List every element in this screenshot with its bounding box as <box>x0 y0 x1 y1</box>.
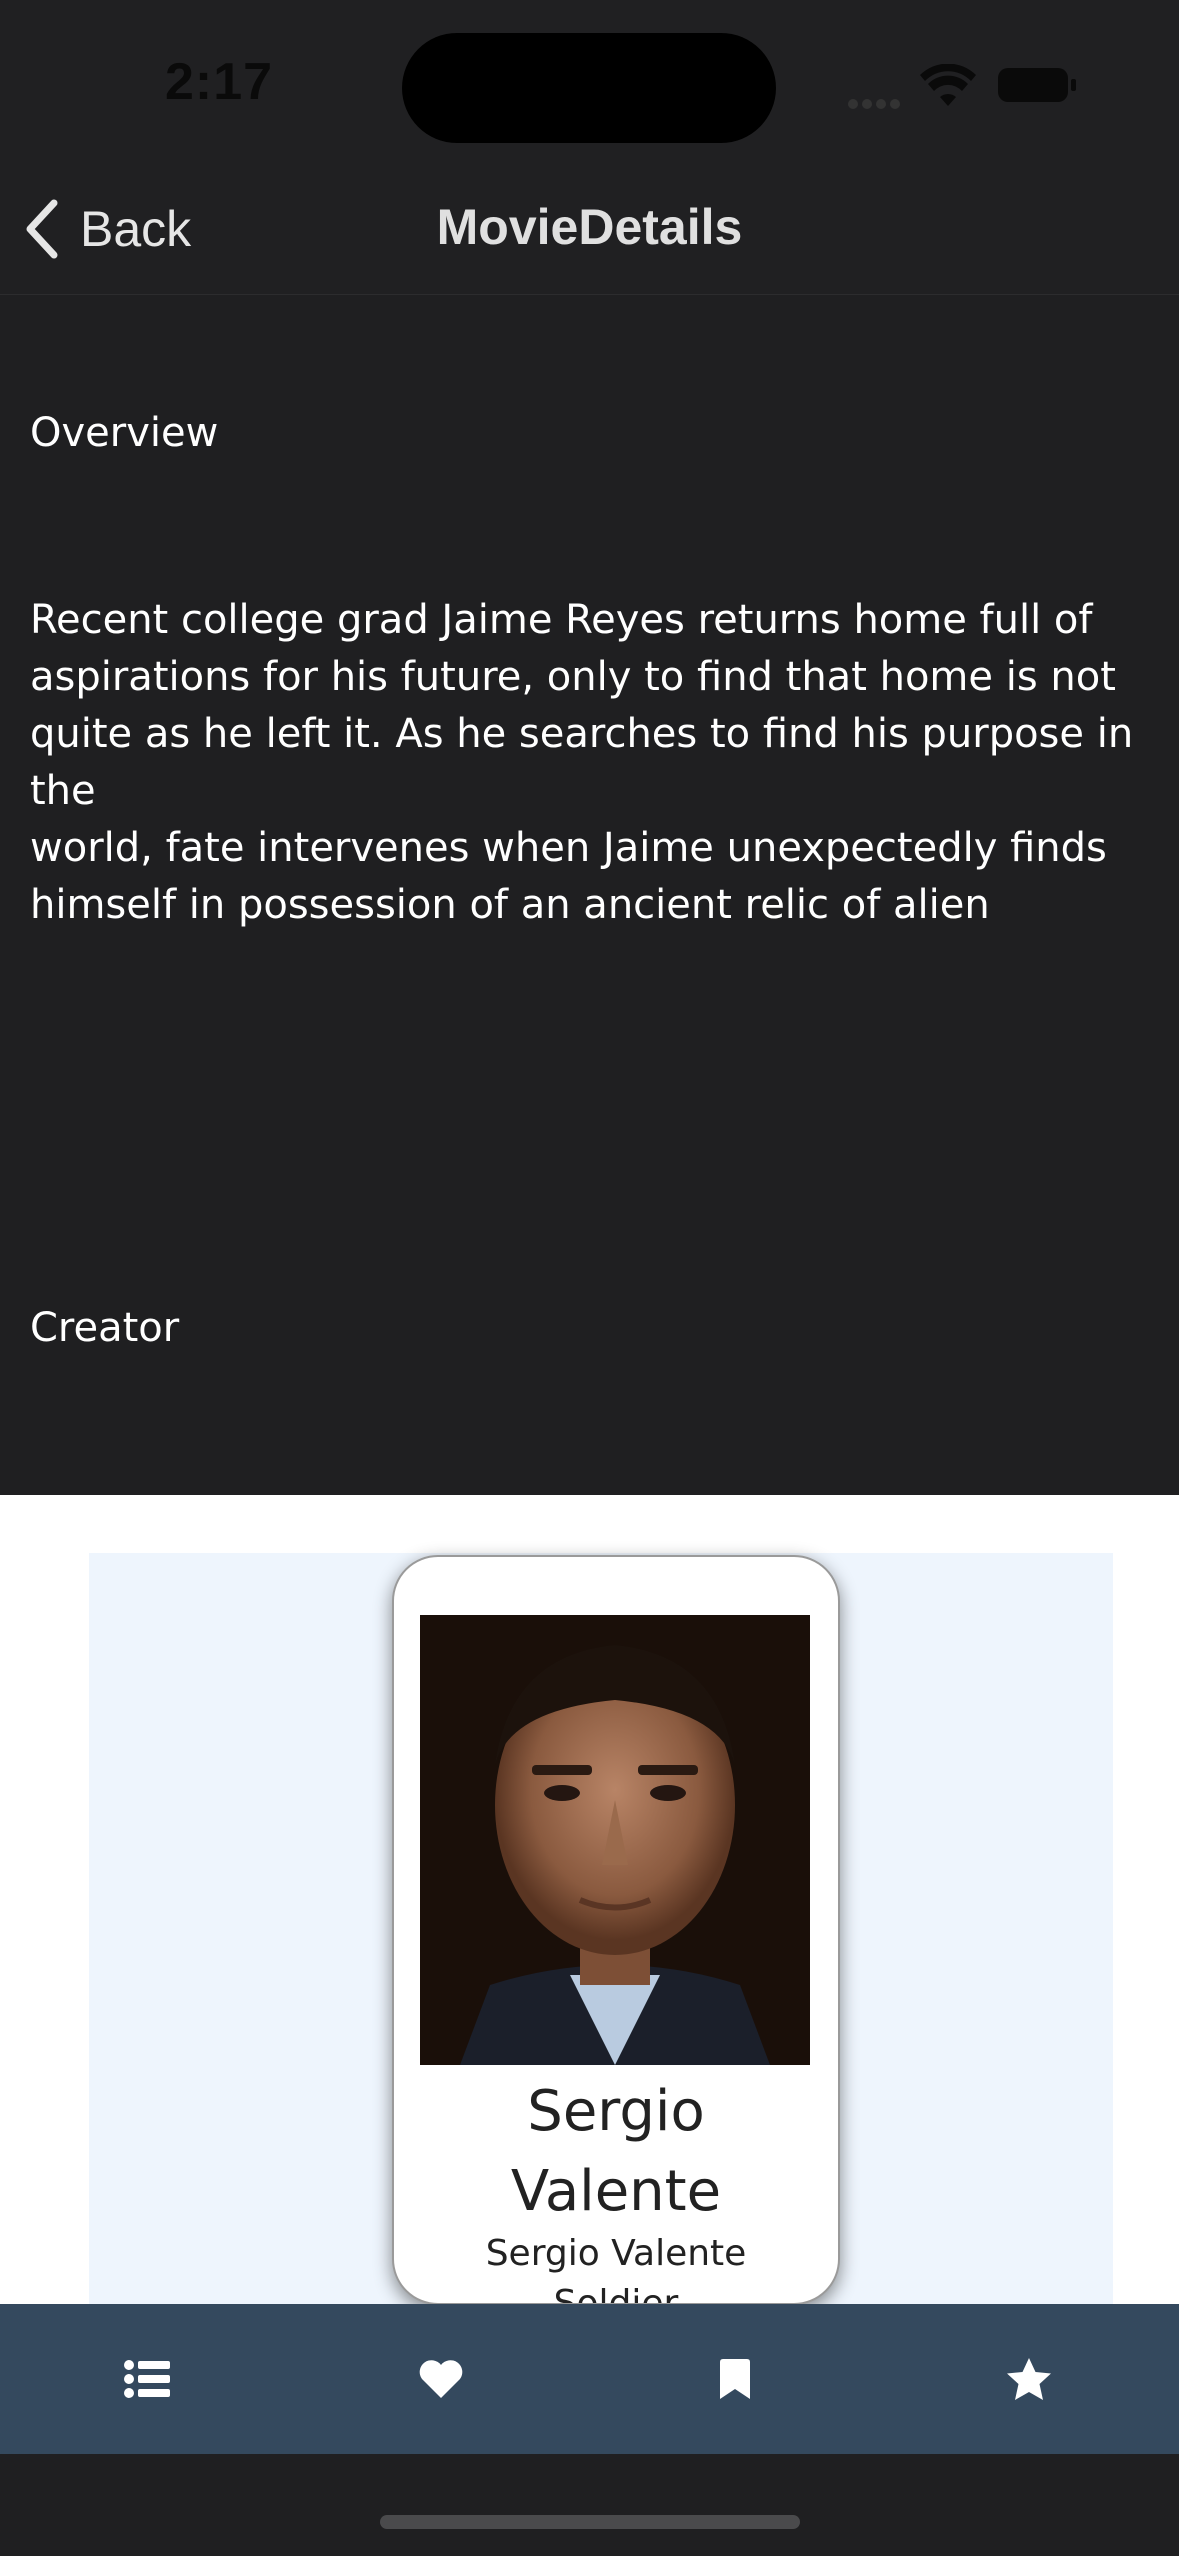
heart-icon <box>419 2360 463 2398</box>
tab-bar <box>0 2304 1179 2454</box>
tab-bookmarks[interactable] <box>588 2304 882 2454</box>
overview-line: quite as he left it. As he searches to f… <box>30 711 1134 814</box>
battery-icon <box>998 68 1076 102</box>
overview-text: Recent college grad Jaime Reyes returns … <box>30 592 1179 934</box>
list-icon <box>124 2360 170 2398</box>
tab-ratings[interactable] <box>882 2304 1176 2454</box>
overview-line: himself in possession of an ancient reli… <box>30 882 990 928</box>
bookmark-icon <box>720 2359 750 2399</box>
overview-line: aspirations for his future, only to find… <box>30 654 1116 700</box>
overview-line: world, fate intervenes when Jaime unexpe… <box>30 825 1107 871</box>
creator-name-line: Sergio <box>527 2079 705 2144</box>
signal-icon <box>848 94 904 113</box>
creator-heading: Creator <box>30 1305 180 1351</box>
overview-heading: Overview <box>30 410 219 456</box>
home-indicator-area <box>0 2454 1179 2556</box>
overview-line: Recent college grad Jaime Reyes returns … <box>30 597 1093 643</box>
tab-list[interactable] <box>0 2304 294 2454</box>
creator-details: Sergio Valente Soldier <box>394 2229 838 2305</box>
creator-card[interactable]: Sergio Valente Sergio Valente Soldier <box>392 1555 840 2305</box>
creator-name: Sergio Valente <box>394 2072 838 2232</box>
creator-subtitle: Sergio Valente <box>485 2233 747 2274</box>
dynamic-island <box>402 33 776 143</box>
page-title: MovieDetails <box>436 199 743 255</box>
navigation-bar: Back MovieDetails <box>0 170 1179 295</box>
wifi-icon <box>918 63 978 112</box>
status-time: 2:17 <box>165 53 274 111</box>
home-indicator[interactable] <box>380 2515 800 2529</box>
creator-name-line: Valente <box>510 2159 722 2224</box>
creator-role: Soldier <box>553 2283 679 2305</box>
creator-photo <box>420 1615 810 2065</box>
star-icon <box>1007 2358 1051 2400</box>
tab-favorites[interactable] <box>294 2304 588 2454</box>
status-bar: 2:17 <box>0 0 1179 170</box>
